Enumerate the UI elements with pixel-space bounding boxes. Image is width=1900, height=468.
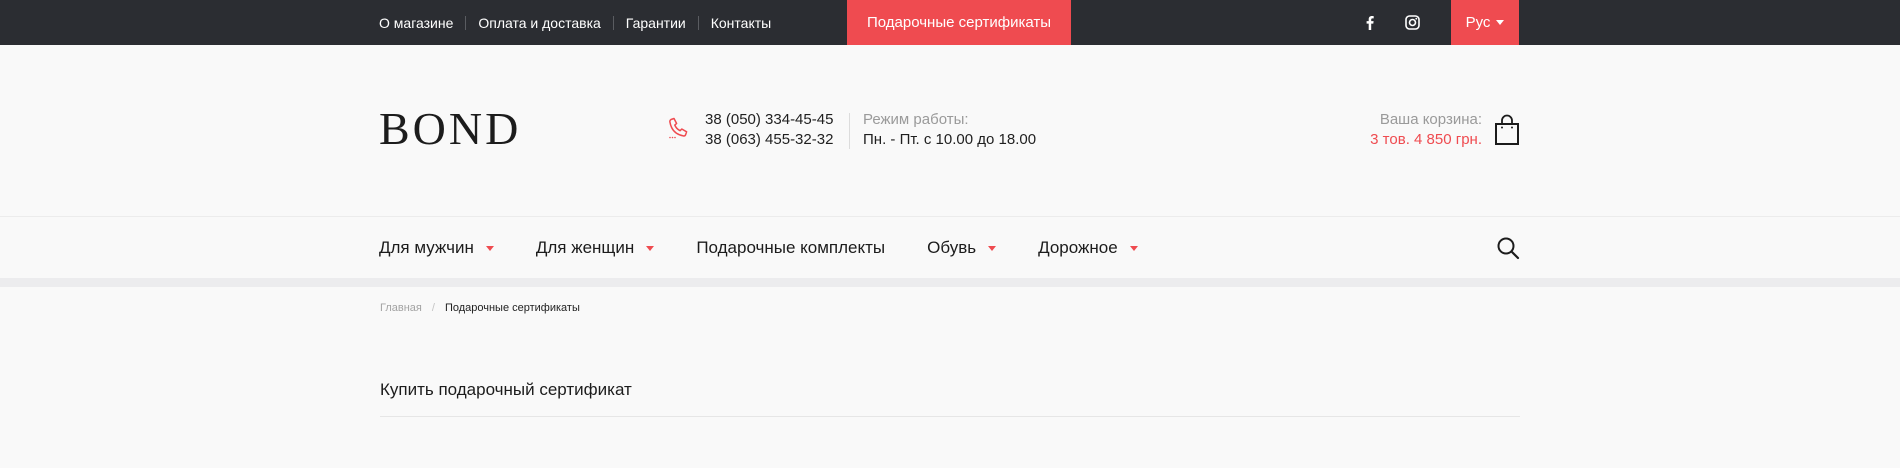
working-hours: Режим работы: Пн. - Пт. с 10.00 до 18.00 — [863, 110, 1036, 150]
nav-item-travel[interactable]: Дорожное — [1038, 238, 1138, 258]
working-hours-value: Пн. - Пт. с 10.00 до 18.00 — [863, 131, 1037, 148]
logo[interactable]: BOND — [379, 104, 521, 154]
nav-separator — [0, 278, 1900, 287]
instagram-icon[interactable] — [1402, 0, 1422, 45]
top-links: О магазине Оплата и доставка Гарантии Ко… — [379, 0, 783, 45]
working-hours-label: Режим работы: — [863, 111, 969, 128]
cart-label: Ваша корзина: — [1379, 111, 1482, 128]
nav-item-label: Обувь — [927, 238, 977, 257]
header-divider — [849, 113, 850, 149]
phone-numbers: 38 (050) 334-45-45 38 (063) 455-32-32 — [705, 110, 833, 150]
cart-total: 3 тов. 4 850 грн. — [1370, 131, 1482, 148]
nav-item-shoes[interactable]: Обувь — [927, 238, 997, 258]
nav-item-label: Дорожное — [1038, 238, 1118, 257]
title-divider — [380, 416, 1520, 417]
language-label: Рус — [1465, 14, 1491, 31]
breadcrumb-home[interactable]: Главная — [380, 302, 422, 314]
nav-item-label: Подарочные комплекты — [696, 238, 886, 257]
gift-certificates-button[interactable]: Подарочные сертификаты — [847, 0, 1071, 45]
chevron-down-icon — [1129, 245, 1138, 251]
nav-item-men[interactable]: Для мужчин — [379, 238, 494, 258]
nav-item-women[interactable]: Для женщин — [535, 238, 655, 258]
phone-number-1[interactable]: 38 (050) 334-45-45 — [705, 110, 833, 130]
chevron-down-icon — [988, 245, 997, 251]
top-link-payment-delivery[interactable]: Оплата и доставка — [465, 15, 612, 30]
breadcrumb-current: Подарочные сертификаты — [444, 302, 580, 314]
phone-icon — [666, 116, 690, 145]
chevron-down-icon — [1496, 20, 1505, 25]
page-title: Купить подарочный сертификат — [380, 380, 632, 399]
language-selector[interactable]: Рус — [1451, 0, 1519, 45]
main-nav: Для мужчин Для женщин Подарочные комплек… — [0, 216, 1900, 278]
nav-item-label: Для мужчин — [379, 238, 474, 257]
chevron-down-icon — [485, 245, 494, 251]
phone-number-2[interactable]: 38 (063) 455-32-32 — [705, 130, 833, 150]
cart-summary[interactable]: Ваша корзина: 3 тов. 4 850 грн. — [1370, 110, 1482, 150]
shopping-bag-icon[interactable] — [1494, 114, 1520, 151]
breadcrumb: Главная / Подарочные сертификаты — [380, 302, 580, 314]
top-link-about[interactable]: О магазине — [379, 16, 465, 30]
nav-item-label: Для женщин — [535, 238, 635, 257]
chevron-down-icon — [646, 245, 655, 251]
search-icon[interactable] — [1496, 236, 1520, 265]
top-bar: О магазине Оплата и доставка Гарантии Ко… — [0, 0, 1900, 45]
facebook-icon[interactable] — [1361, 0, 1379, 45]
breadcrumb-separator: / — [431, 302, 435, 314]
nav-item-gift-sets[interactable]: Подарочные комплекты — [696, 238, 885, 258]
top-link-guarantees[interactable]: Гарантии — [612, 15, 698, 30]
top-link-contacts[interactable]: Контакты — [697, 15, 783, 30]
